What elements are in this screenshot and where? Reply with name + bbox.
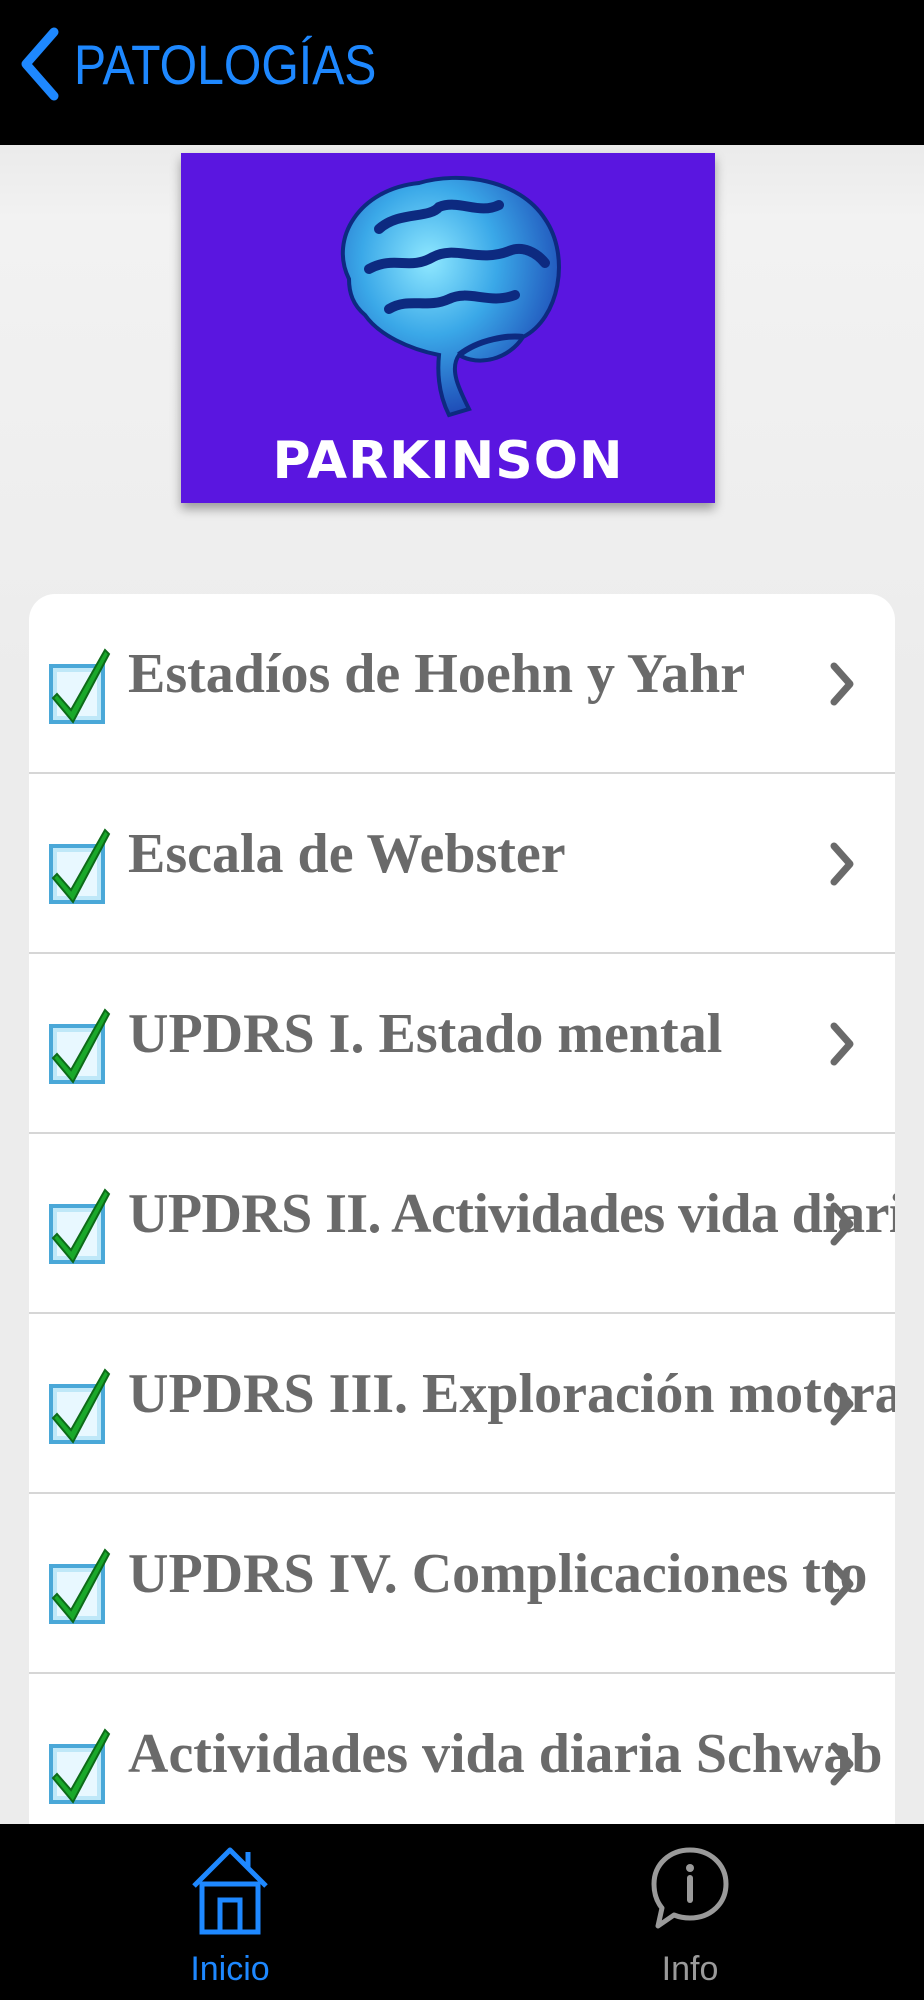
list-item[interactable]: Actividades vida diaria Schwab	[29, 1674, 895, 1824]
checkbox-checked-icon	[49, 1728, 111, 1804]
tab-inicio[interactable]: Inicio	[130, 1824, 330, 2000]
list-item-label: UPDRS I. Estado mental	[128, 1003, 723, 1065]
banner-title: PARKINSON	[272, 431, 624, 491]
chevron-right-icon	[830, 1382, 854, 1426]
checkbox-checked-icon	[49, 1188, 111, 1264]
list-item[interactable]: UPDRS III. Exploración motora	[29, 1314, 895, 1494]
chevron-right-icon	[830, 842, 854, 886]
tab-bar: Inicio Info	[0, 1824, 924, 2000]
tab-inicio-label: Inicio	[190, 1950, 270, 1988]
chevron-right-icon	[830, 1562, 854, 1606]
checkbox-checked-icon	[49, 648, 111, 724]
list-item-label: UPDRS IV. Complicaciones tto	[128, 1543, 868, 1605]
list-item-label: Escala de Webster	[128, 823, 566, 885]
tab-info-label: Info	[661, 1950, 719, 1988]
tab-info[interactable]: Info	[590, 1824, 790, 2000]
list-item-label: UPDRS II. Actividades vida diaria	[128, 1183, 895, 1245]
list-item-label: UPDRS III. Exploración motora	[128, 1363, 895, 1425]
list-item[interactable]: UPDRS I. Estado mental	[29, 954, 895, 1134]
back-button[interactable]: PATOLOGÍAS	[18, 24, 426, 104]
scale-list: Estadíos de Hoehn y Yahr Escala de Webst…	[29, 594, 895, 1824]
list-item[interactable]: UPDRS II. Actividades vida diaria	[29, 1134, 895, 1314]
info-icon	[651, 1847, 729, 1929]
checkbox-checked-icon	[49, 828, 111, 904]
checkbox-checked-icon	[49, 1548, 111, 1624]
brain-icon	[340, 175, 561, 418]
back-button-label: PATOLOGÍAS	[74, 32, 377, 96]
home-icon	[192, 1847, 268, 1935]
list-item[interactable]: Escala de Webster	[29, 774, 895, 954]
checkbox-checked-icon	[49, 1008, 111, 1084]
chevron-right-icon	[830, 1742, 854, 1786]
list-item[interactable]: UPDRS IV. Complicaciones tto	[29, 1494, 895, 1674]
chevron-right-icon	[830, 1202, 854, 1246]
checkbox-checked-icon	[49, 1368, 111, 1444]
chevron-left-icon	[21, 27, 59, 101]
pathology-banner: PARKINSON	[181, 153, 715, 503]
chevron-right-icon	[830, 662, 854, 706]
list-item[interactable]: Estadíos de Hoehn y Yahr	[29, 594, 895, 774]
list-item-label: Estadíos de Hoehn y Yahr	[128, 643, 746, 705]
list-item-label: Actividades vida diaria Schwab	[128, 1723, 883, 1785]
navigation-bar: PATOLOGÍAS	[0, 0, 924, 145]
chevron-right-icon	[830, 1022, 854, 1066]
